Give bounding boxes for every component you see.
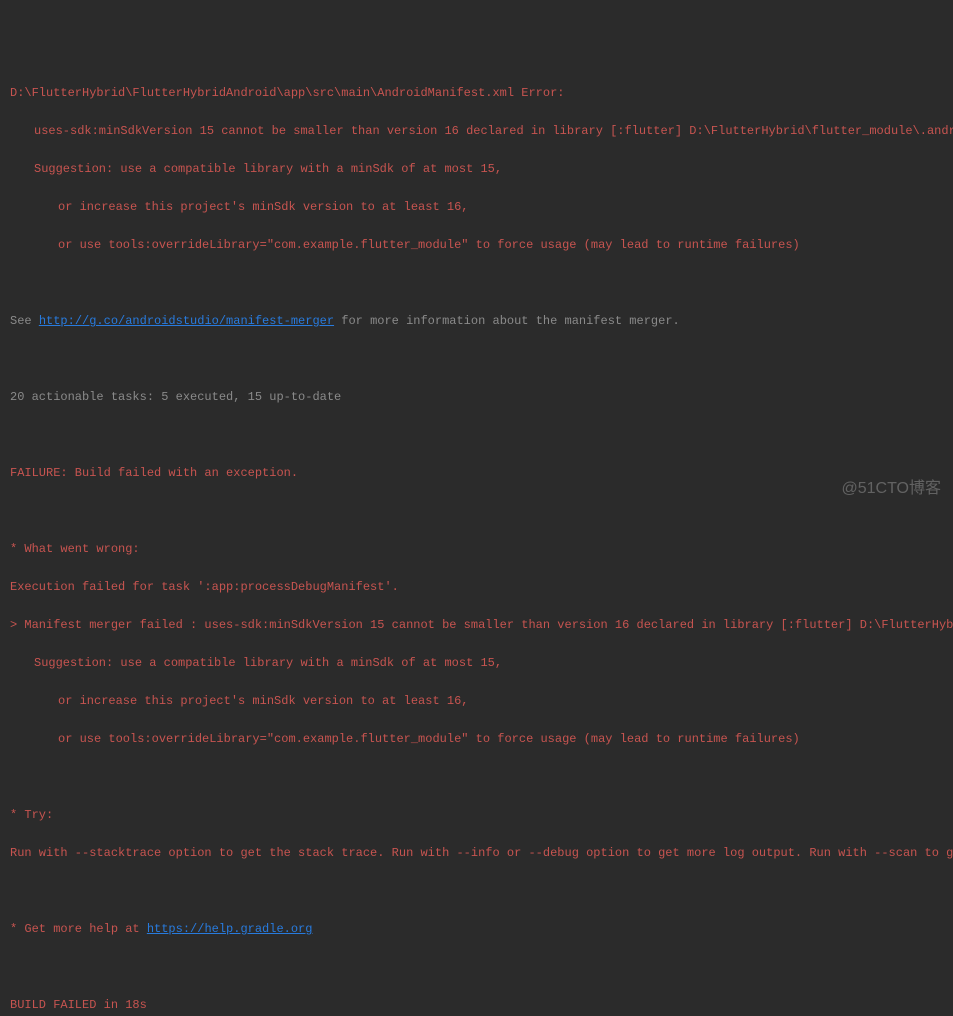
blank-line — [10, 958, 943, 977]
what-went-wrong-header: * What went wrong: — [10, 540, 943, 559]
execution-failed-line: Execution failed for task ':app:processD… — [10, 578, 943, 597]
build-failed-line: BUILD FAILED in 18s — [10, 996, 943, 1015]
error-path-line: D:\FlutterHybrid\FlutterHybridAndroid\ap… — [10, 84, 943, 103]
blank-line — [10, 882, 943, 901]
suggestion-line: Suggestion: use a compatible library wit… — [10, 160, 943, 179]
see-suffix: for more information about the manifest … — [334, 314, 680, 328]
wrong-suggestion-line: Suggestion: use a compatible library wit… — [10, 654, 943, 673]
try-header: * Try: — [10, 806, 943, 825]
manifest-merger-failed-line: > Manifest merger failed : uses-sdk:minS… — [10, 616, 943, 635]
error-uses-sdk-line: uses-sdk:minSdkVersion 15 cannot be smal… — [10, 122, 943, 141]
get-help-line: * Get more help at https://help.gradle.o… — [10, 920, 943, 939]
blank-line — [10, 350, 943, 369]
blank-line — [10, 502, 943, 521]
blank-line — [10, 768, 943, 787]
blank-line — [10, 426, 943, 445]
suggestion-or1-line: or increase this project's minSdk versio… — [10, 198, 943, 217]
wrong-or2-line: or use tools:overrideLibrary="com.exampl… — [10, 730, 943, 749]
help-gradle-link[interactable]: https://help.gradle.org — [147, 922, 313, 936]
see-line: See http://g.co/androidstudio/manifest-m… — [10, 312, 943, 331]
actionable-tasks-line: 20 actionable tasks: 5 executed, 15 up-t… — [10, 388, 943, 407]
failure-line: FAILURE: Build failed with an exception. — [10, 464, 943, 483]
blank-line — [10, 274, 943, 293]
see-prefix: See — [10, 314, 39, 328]
try-text-line: Run with --stacktrace option to get the … — [10, 844, 943, 863]
help-prefix: * Get more help at — [10, 922, 147, 936]
wrong-or1-line: or increase this project's minSdk versio… — [10, 692, 943, 711]
manifest-merger-link[interactable]: http://g.co/androidstudio/manifest-merge… — [39, 314, 334, 328]
suggestion-or2-line: or use tools:overrideLibrary="com.exampl… — [10, 236, 943, 255]
